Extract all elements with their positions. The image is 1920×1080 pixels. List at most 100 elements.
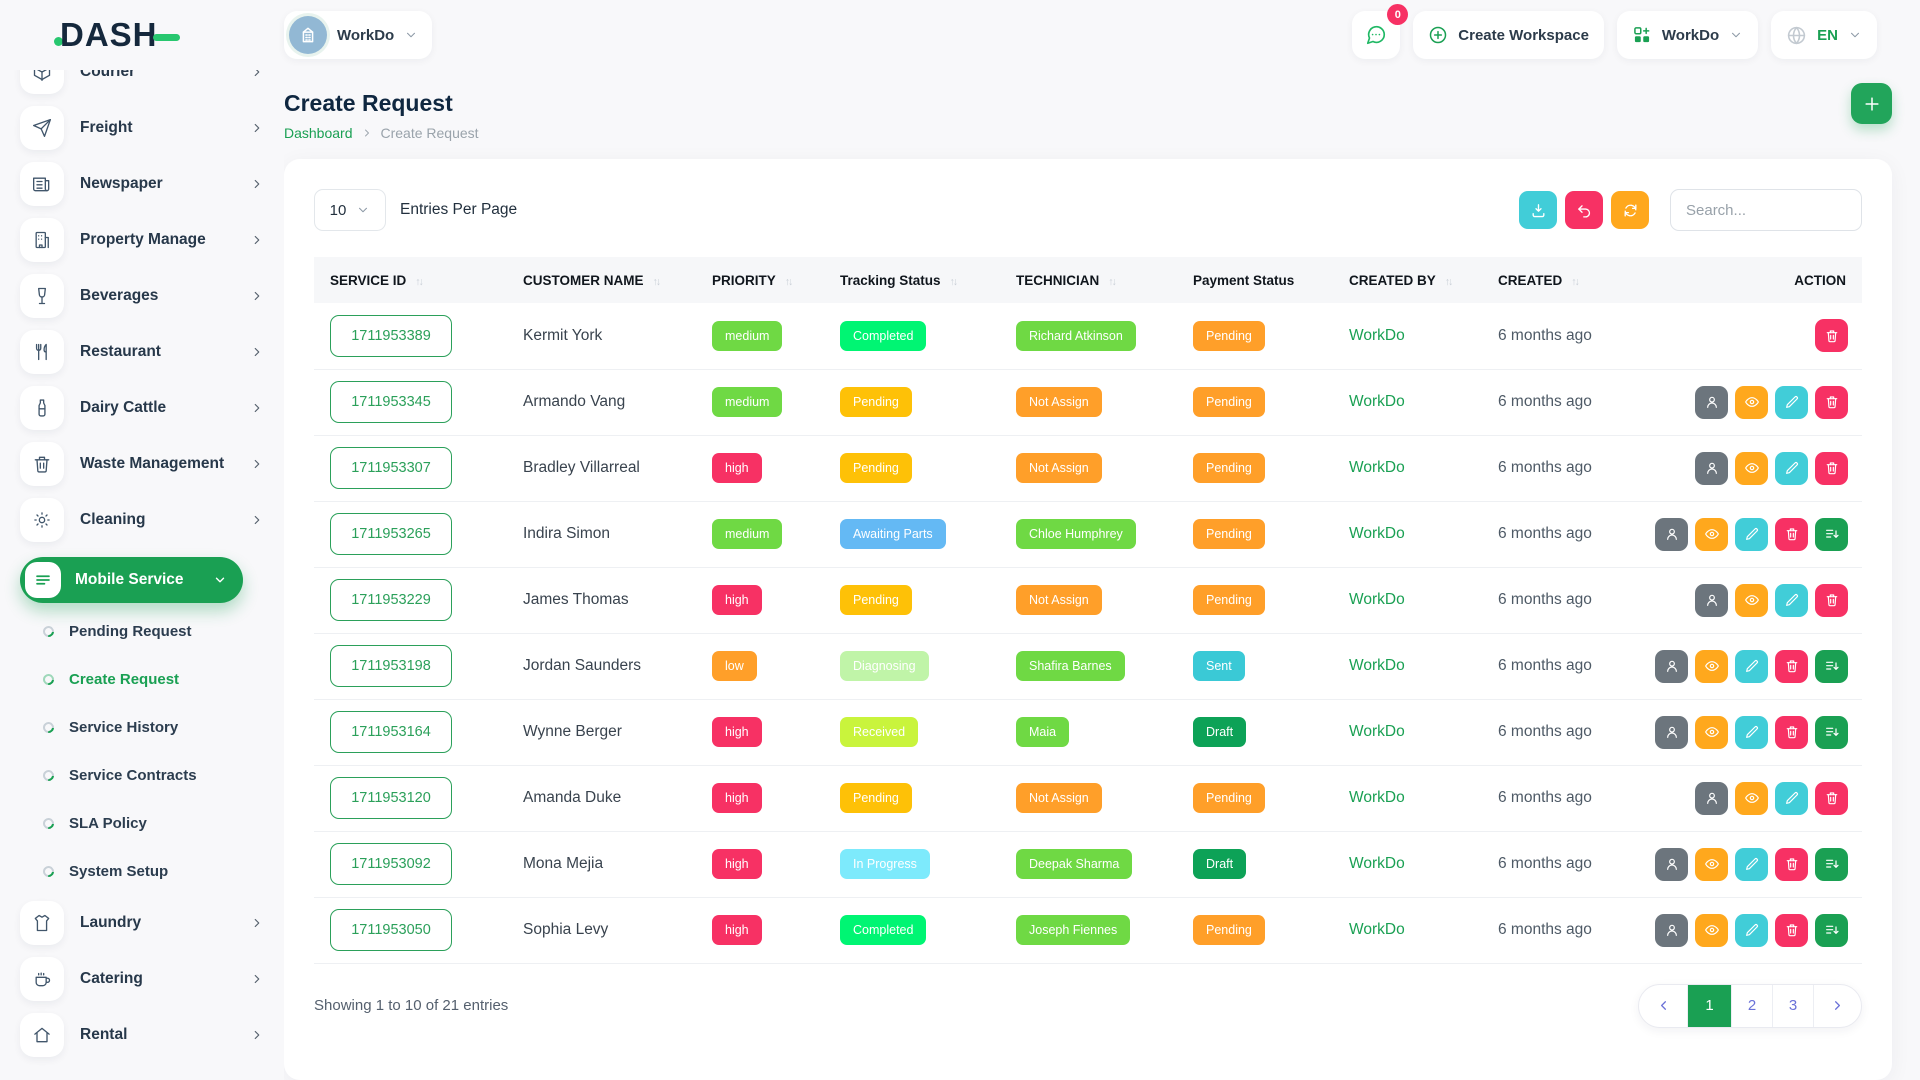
column-header-technician[interactable]: TECHNICIAN↑↓ [1002, 257, 1179, 303]
sort-icon[interactable]: ↑↓ [653, 276, 660, 288]
pagination-page-1[interactable]: 1 [1687, 985, 1731, 1027]
column-header-created-by[interactable]: CREATED BY↑↓ [1335, 257, 1484, 303]
view-button[interactable] [1735, 386, 1768, 419]
sort-icon[interactable]: ↑↓ [785, 276, 792, 288]
sidebar-subitem-system-setup[interactable]: System Setup [20, 847, 264, 895]
sidebar-item-rental[interactable]: Rental [20, 1007, 264, 1063]
edit-button[interactable] [1735, 914, 1768, 947]
sidebar-item-property-manage[interactable]: Property Manage [20, 212, 264, 268]
sort-icon[interactable]: ↑↓ [1571, 276, 1578, 288]
assign-button[interactable] [1815, 848, 1848, 881]
service-id-pill[interactable]: 1711953345 [330, 381, 452, 423]
service-id-pill[interactable]: 1711953198 [330, 645, 452, 687]
delete-button[interactable] [1775, 518, 1808, 551]
edit-button[interactable] [1775, 452, 1808, 485]
column-header-created[interactable]: CREATED↑↓ [1484, 257, 1654, 303]
user-button[interactable] [1695, 782, 1728, 815]
sidebar-item-restaurant[interactable]: Restaurant [20, 324, 264, 380]
pagination-next-button[interactable] [1813, 985, 1861, 1027]
created-by-link[interactable]: WorkDo [1349, 327, 1405, 344]
pagination-page-2[interactable]: 2 [1731, 985, 1772, 1027]
user-button[interactable] [1695, 386, 1728, 419]
service-id-pill[interactable]: 1711953389 [330, 315, 452, 357]
sidebar-subitem-service-contracts[interactable]: Service Contracts [20, 751, 264, 799]
pagination-prev-button[interactable] [1639, 985, 1687, 1027]
created-by-link[interactable]: WorkDo [1349, 657, 1405, 674]
sidebar-subitem-service-history[interactable]: Service History [20, 703, 264, 751]
create-workspace-button[interactable]: Create Workspace [1413, 11, 1604, 59]
sidebar-subitem-pending-request[interactable]: Pending Request [20, 607, 264, 655]
sidebar-item-newspaper[interactable]: Newspaper [20, 156, 264, 212]
edit-button[interactable] [1735, 716, 1768, 749]
delete-button[interactable] [1815, 584, 1848, 617]
column-header-service-id[interactable]: SERVICE ID↑↓ [314, 257, 509, 303]
sort-icon[interactable]: ↑↓ [1108, 276, 1115, 288]
user-button[interactable] [1655, 848, 1688, 881]
sidebar-item-dairy-cattle[interactable]: Dairy Cattle [20, 380, 264, 436]
delete-button[interactable] [1815, 319, 1848, 352]
edit-button[interactable] [1735, 518, 1768, 551]
search-input[interactable] [1670, 189, 1862, 231]
assign-button[interactable] [1815, 650, 1848, 683]
created-by-link[interactable]: WorkDo [1349, 723, 1405, 740]
user-button[interactable] [1695, 584, 1728, 617]
assign-button[interactable] [1815, 518, 1848, 551]
user-button[interactable] [1655, 518, 1688, 551]
sidebar-item-catering[interactable]: Catering [20, 951, 264, 1007]
service-id-pill[interactable]: 1711953164 [330, 711, 452, 753]
edit-button[interactable] [1775, 782, 1808, 815]
service-id-pill[interactable]: 1711953265 [330, 513, 452, 555]
user-button[interactable] [1655, 716, 1688, 749]
sidebar-item-beverages[interactable]: Beverages [20, 268, 264, 324]
export-button[interactable] [1519, 191, 1557, 229]
user-button[interactable] [1655, 914, 1688, 947]
edit-button[interactable] [1775, 584, 1808, 617]
sidebar-subitem-create-request[interactable]: Create Request [20, 655, 264, 703]
created-by-link[interactable]: WorkDo [1349, 393, 1405, 410]
sidebar-subitem-sla-policy[interactable]: SLA Policy [20, 799, 264, 847]
created-by-link[interactable]: WorkDo [1349, 855, 1405, 872]
delete-button[interactable] [1815, 782, 1848, 815]
workspace-selector[interactable]: WorkDo [284, 11, 432, 59]
sidebar-item-mobile-service[interactable]: Mobile Service [20, 557, 243, 603]
sort-icon[interactable]: ↑↓ [1445, 276, 1452, 288]
delete-button[interactable] [1775, 914, 1808, 947]
sidebar-item-cleaning[interactable]: Cleaning [20, 492, 264, 548]
reset-button[interactable] [1565, 191, 1603, 229]
view-button[interactable] [1695, 914, 1728, 947]
column-header-tracking-status[interactable]: Tracking Status↑↓ [826, 257, 1002, 303]
delete-button[interactable] [1775, 848, 1808, 881]
entries-per-page-select[interactable]: 10 [314, 189, 386, 231]
delete-button[interactable] [1815, 386, 1848, 419]
sidebar-item-waste-management[interactable]: Waste Management [20, 436, 264, 492]
refresh-button[interactable] [1611, 191, 1649, 229]
sidebar-item-laundry[interactable]: Laundry [20, 895, 264, 951]
delete-button[interactable] [1815, 452, 1848, 485]
service-id-pill[interactable]: 1711953092 [330, 843, 452, 885]
view-button[interactable] [1735, 452, 1768, 485]
pagination-page-3[interactable]: 3 [1772, 985, 1813, 1027]
created-by-link[interactable]: WorkDo [1349, 525, 1405, 542]
breadcrumb-dashboard-link[interactable]: Dashboard [284, 125, 353, 141]
created-by-link[interactable]: WorkDo [1349, 789, 1405, 806]
language-selector[interactable]: EN [1771, 11, 1877, 59]
created-by-link[interactable]: WorkDo [1349, 591, 1405, 608]
workdo-menu-button[interactable]: WorkDo [1617, 11, 1758, 59]
assign-button[interactable] [1815, 716, 1848, 749]
sort-icon[interactable]: ↑↓ [415, 276, 422, 288]
add-request-button[interactable] [1851, 83, 1892, 124]
edit-button[interactable] [1735, 650, 1768, 683]
assign-button[interactable] [1815, 914, 1848, 947]
edit-button[interactable] [1775, 386, 1808, 419]
view-button[interactable] [1695, 518, 1728, 551]
delete-button[interactable] [1775, 716, 1808, 749]
column-header-customer-name[interactable]: CUSTOMER NAME↑↓ [509, 257, 698, 303]
sort-icon[interactable]: ↑↓ [950, 276, 957, 288]
delete-button[interactable] [1775, 650, 1808, 683]
app-logo[interactable]: DASH [54, 16, 284, 54]
sidebar-item-courier[interactable]: Courier [20, 70, 264, 100]
created-by-link[interactable]: WorkDo [1349, 459, 1405, 476]
service-id-pill[interactable]: 1711953307 [330, 447, 452, 489]
service-id-pill[interactable]: 1711953120 [330, 777, 452, 819]
created-by-link[interactable]: WorkDo [1349, 921, 1405, 938]
